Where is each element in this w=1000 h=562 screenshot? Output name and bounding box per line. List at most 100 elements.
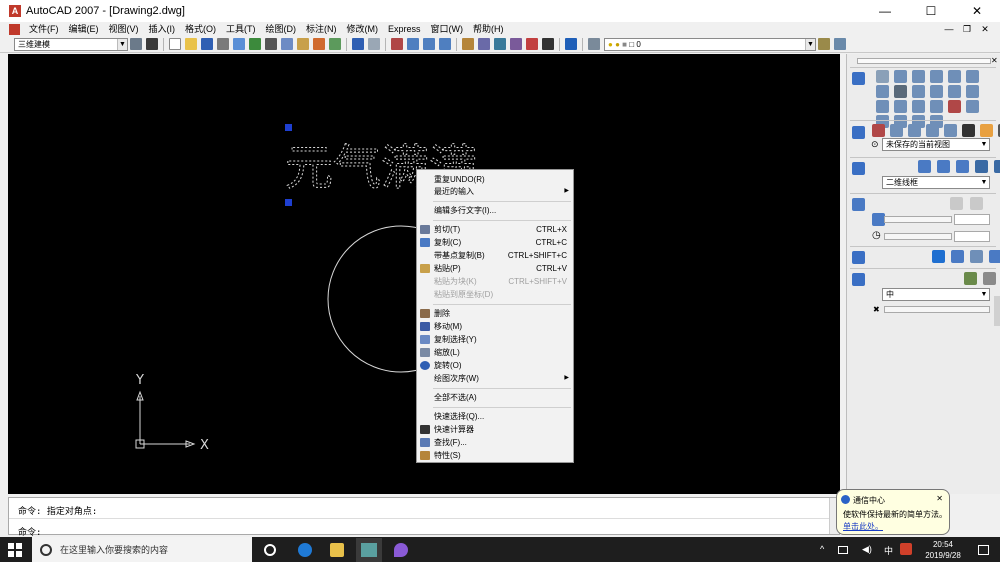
match-properties-icon[interactable]	[313, 38, 325, 50]
render-icon[interactable]	[852, 273, 865, 286]
autocad-a-icon[interactable]: A	[9, 5, 21, 17]
task-view-icon[interactable]	[264, 544, 276, 556]
attach-material-icon[interactable]	[951, 250, 964, 263]
zoom-window-icon[interactable]	[423, 38, 435, 50]
close-icon[interactable]: ✕	[991, 56, 998, 65]
camera-icon[interactable]	[962, 124, 975, 137]
menu-item-copy[interactable]: 复制(C) CTRL+C	[417, 236, 573, 249]
tool-palettes-icon[interactable]	[494, 38, 506, 50]
workspace-select[interactable]: 三维建模 ▼	[14, 37, 128, 51]
menu-draw[interactable]: 绘图(D)	[261, 22, 302, 36]
extrude-icon[interactable]	[912, 85, 925, 98]
sweep-icon[interactable]	[948, 85, 961, 98]
menu-file[interactable]: 文件(F)	[24, 22, 64, 36]
quickcalc-icon[interactable]	[542, 38, 554, 50]
balloon-link[interactable]: 单击此处。	[843, 521, 883, 532]
box-icon[interactable]	[876, 70, 889, 83]
windows-start-icon[interactable]	[8, 543, 22, 557]
sheet-set-icon[interactable]	[510, 38, 522, 50]
clock[interactable]: 20:54 2019/9/28	[918, 539, 968, 561]
realistic-icon[interactable]	[975, 160, 988, 173]
torus-icon[interactable]	[966, 70, 979, 83]
close-button[interactable]: ✕	[954, 0, 1000, 22]
doc-close-button[interactable]: ✕	[976, 22, 994, 36]
close-icon[interactable]: ✕	[936, 494, 943, 503]
redo-icon[interactable]	[368, 38, 380, 50]
save-icon[interactable]	[201, 38, 213, 50]
menu-tools[interactable]: 工具(T)	[221, 22, 261, 36]
open-folder-icon[interactable]	[185, 38, 197, 50]
fly-icon[interactable]	[944, 124, 957, 137]
palette-scrollbar[interactable]	[994, 296, 1000, 326]
taskbar-search[interactable]: 在这里输入你要搜索的内容	[32, 537, 252, 562]
revolve-icon[interactable]	[966, 85, 979, 98]
zoom-previous-icon[interactable]	[439, 38, 451, 50]
palette-title-bar[interactable]	[857, 58, 991, 64]
presspull-icon[interactable]	[930, 85, 943, 98]
markup-icon[interactable]	[526, 38, 538, 50]
ime-indicator[interactable]: 中	[884, 544, 893, 557]
minimize-button[interactable]: —	[862, 0, 908, 22]
grip-point[interactable]	[285, 124, 292, 131]
help-icon[interactable]	[565, 38, 577, 50]
saved-view-select[interactable]: 未保存的当前视图 ▼	[882, 138, 990, 151]
taskbar-autocad-active[interactable]	[356, 538, 382, 562]
subtract-icon[interactable]	[912, 100, 925, 113]
light-icon[interactable]	[852, 198, 865, 211]
layer-select[interactable]: ● ● ■ □ 0 ▼	[604, 37, 816, 51]
battery-icon[interactable]	[838, 546, 848, 554]
render-settings-icon[interactable]	[983, 272, 996, 285]
time-field[interactable]	[954, 231, 990, 242]
union-icon[interactable]	[894, 100, 907, 113]
grip-point[interactable]	[285, 199, 292, 206]
3d-make-icon[interactable]	[852, 72, 865, 85]
menu-item-move[interactable]: 移动(M)	[417, 320, 573, 333]
menu-item-quick-select[interactable]: 快速选择(Q)...	[417, 410, 573, 423]
notification-center-icon[interactable]	[978, 545, 989, 555]
cylinder-icon[interactable]	[948, 70, 961, 83]
loft-icon[interactable]	[876, 100, 889, 113]
layer-previous-icon[interactable]	[834, 38, 846, 50]
materials-icon[interactable]	[852, 251, 865, 264]
pyramid-icon[interactable]	[876, 85, 889, 98]
3d-pan-icon[interactable]	[872, 124, 885, 137]
menu-item-edit-mtext[interactable]: 编辑多行文字(I)...	[417, 204, 573, 217]
date-field[interactable]	[954, 214, 990, 225]
3d-zoom-icon[interactable]	[890, 124, 903, 137]
visual-styles-icon[interactable]	[852, 162, 865, 175]
menu-item-quick-calculator[interactable]: 快速计算器	[417, 423, 573, 436]
menu-item-copy-with-base[interactable]: 带基点复制(B) CTRL+SHIFT+C	[417, 249, 573, 262]
chevron-up-icon[interactable]: ^	[820, 544, 824, 554]
workspace-settings-icon[interactable]	[130, 38, 142, 50]
material-mapping-icon[interactable]	[989, 250, 1000, 263]
doc-minimize-button[interactable]: —	[940, 22, 958, 36]
conceptual-icon[interactable]	[994, 160, 1000, 173]
menu-window[interactable]: 窗口(W)	[426, 22, 469, 36]
menu-view[interactable]: 视图(V)	[104, 22, 144, 36]
menu-format[interactable]: 格式(O)	[180, 22, 221, 36]
notification-balloon[interactable]: 通信中心 ✕ 使软件保持最新的简单方法。 单击此处。	[836, 489, 950, 535]
maximize-button[interactable]: ☐	[908, 0, 954, 22]
properties-icon[interactable]	[462, 38, 474, 50]
render-teapot-icon[interactable]	[964, 272, 977, 285]
3d-navigate-icon[interactable]	[852, 126, 865, 139]
layer-manager-icon[interactable]	[588, 38, 600, 50]
slice-icon[interactable]	[948, 100, 961, 113]
menu-item-rotate[interactable]: 旋转(O)	[417, 359, 573, 372]
menu-item-erase[interactable]: 删除	[417, 307, 573, 320]
menu-item-find[interactable]: 查找(F)...	[417, 436, 573, 449]
3d-orbit-icon[interactable]	[908, 124, 921, 137]
polysolid-icon[interactable]	[894, 85, 907, 98]
paste-icon[interactable]	[297, 38, 309, 50]
sphere-icon[interactable]	[930, 70, 943, 83]
menu-help[interactable]: 帮助(H)	[468, 22, 509, 36]
print-icon[interactable]	[217, 38, 229, 50]
view-icon[interactable]	[980, 124, 993, 137]
undo-icon[interactable]	[352, 38, 364, 50]
menu-item-properties[interactable]: 特性(S)	[417, 449, 573, 462]
document-icon[interactable]	[9, 23, 20, 35]
wedge-icon[interactable]	[894, 70, 907, 83]
design-center-icon[interactable]	[478, 38, 490, 50]
time-slider[interactable]	[884, 233, 952, 240]
new-file-icon[interactable]	[169, 38, 181, 50]
